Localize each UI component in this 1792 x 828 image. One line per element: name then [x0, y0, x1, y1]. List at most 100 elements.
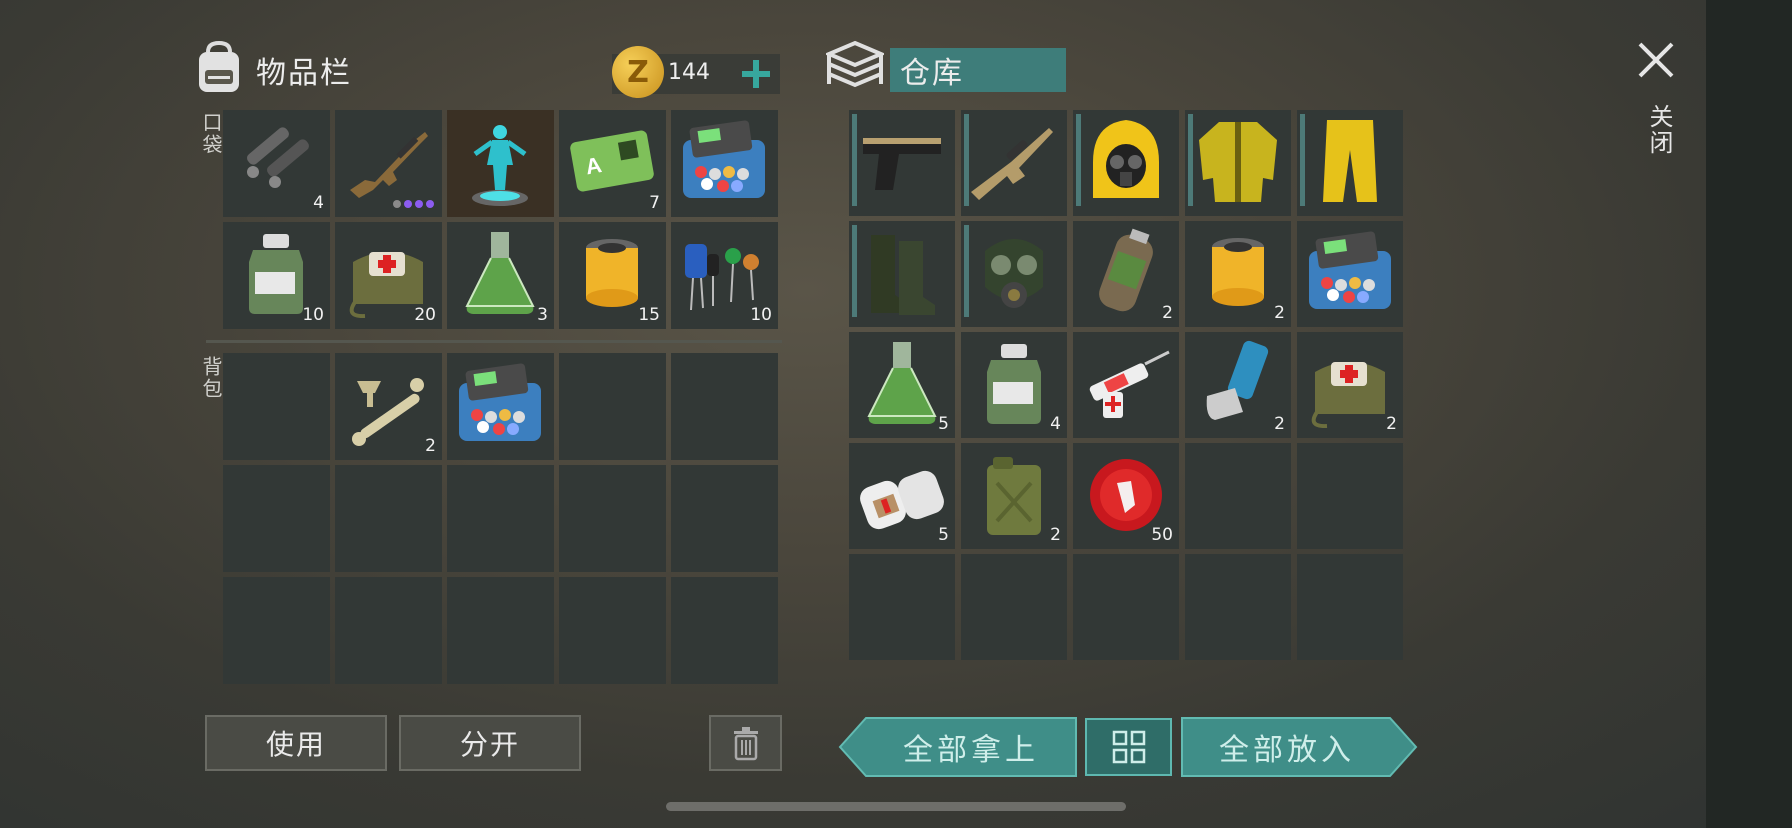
quality-dot [393, 200, 401, 208]
empty-slot[interactable] [223, 577, 330, 684]
item-count: 20 [414, 305, 436, 325]
item-slot[interactable] [671, 110, 778, 217]
quality-dots [393, 200, 434, 208]
trash-icon [733, 727, 758, 761]
section-divider [206, 340, 782, 343]
empty-slot[interactable] [1297, 443, 1403, 549]
sort-button[interactable] [1085, 718, 1172, 776]
storage-scroll[interactable]: 2 2 5 4 2 2 5 2 50 [849, 110, 1411, 685]
coin-amount: 144 [668, 60, 710, 85]
item-count: 7 [649, 193, 660, 213]
empty-slot[interactable] [1073, 554, 1179, 660]
item-slot[interactable]: 50 [1073, 443, 1179, 549]
inventory-title: 物品栏 [256, 56, 352, 91]
empty-slot[interactable] [335, 577, 442, 684]
empty-slot[interactable] [671, 577, 778, 684]
empty-slot[interactable] [961, 554, 1067, 660]
empty-slot[interactable] [223, 465, 330, 572]
item-count: 50 [1151, 525, 1173, 545]
item-slot[interactable]: 2 [1297, 332, 1403, 438]
item-slot[interactable]: 15 [559, 222, 666, 329]
item-slot[interactable]: 20 [335, 222, 442, 329]
item-slot[interactable]: 2 [1185, 221, 1291, 327]
trash-button[interactable] [709, 715, 782, 771]
storage-title-box: 仓库 [890, 48, 1066, 92]
item-slot[interactable]: 4 [223, 110, 330, 217]
item-count: 5 [938, 525, 949, 545]
coin-icon: Z [612, 46, 664, 98]
item-slot[interactable]: 3 [447, 222, 554, 329]
item-slot[interactable] [1073, 332, 1179, 438]
item-slot[interactable]: 5 [849, 443, 955, 549]
close-icon[interactable] [1636, 40, 1676, 80]
item-count: 2 [1386, 414, 1397, 434]
empty-slot[interactable] [849, 554, 955, 660]
item-slot[interactable] [335, 110, 442, 217]
item-slot[interactable] [1073, 110, 1179, 216]
item-slot[interactable] [447, 353, 554, 460]
inventory-header: 物品栏 [194, 40, 352, 100]
empty-slot[interactable] [1185, 443, 1291, 549]
empty-slot[interactable] [671, 465, 778, 572]
take-all-button[interactable] [838, 716, 1078, 778]
item-slot[interactable]: 2 [1073, 221, 1179, 327]
item-slot[interactable]: 4 [961, 332, 1067, 438]
quality-dot [426, 200, 434, 208]
electronics-kit-icon [459, 363, 541, 441]
empty-slot[interactable] [1185, 554, 1291, 660]
gas-mask-icon [985, 239, 1043, 308]
item-slot[interactable] [1185, 110, 1291, 216]
empty-slot[interactable] [335, 465, 442, 572]
storage-grid: 2 2 5 4 2 2 5 2 50 [849, 110, 1403, 660]
pocket-grid: 4 A 7 10 20 3 15 10 [223, 110, 778, 329]
item-slot[interactable] [849, 221, 955, 327]
item-count: 3 [537, 305, 548, 325]
empty-slot[interactable] [559, 465, 666, 572]
hazmat-hood-icon [1093, 120, 1159, 198]
item-slot[interactable] [1297, 110, 1403, 216]
item-slot[interactable]: A7 [559, 110, 666, 217]
empty-slot[interactable] [1297, 554, 1403, 660]
hazmat-jacket-icon [1199, 122, 1277, 202]
backpack-icon [194, 40, 244, 100]
item-slot[interactable] [961, 110, 1067, 216]
item-count: 10 [750, 305, 772, 325]
grid-sort-icon [1112, 730, 1145, 764]
empty-slot[interactable] [671, 353, 778, 460]
item-slot[interactable]: 10 [223, 222, 330, 329]
item-count: 5 [938, 414, 949, 434]
item-slot[interactable]: 5 [849, 332, 955, 438]
item-count: 2 [425, 436, 436, 456]
empty-slot[interactable] [559, 577, 666, 684]
item-slot[interactable]: 2 [961, 443, 1067, 549]
split-button[interactable]: 分开 [399, 715, 581, 771]
item-count: 2 [1274, 414, 1285, 434]
close-label[interactable]: 关闭 [1642, 104, 1677, 156]
item-slot[interactable]: 2 [1185, 332, 1291, 438]
item-count: 10 [302, 305, 324, 325]
backpack-grid: 2 [223, 353, 778, 684]
home-indicator [666, 802, 1126, 811]
empty-slot[interactable] [559, 353, 666, 460]
quality-dot [404, 200, 412, 208]
put-all-button[interactable] [1180, 716, 1418, 778]
item-count: 2 [1162, 303, 1173, 323]
empty-slot[interactable] [447, 465, 554, 572]
syringe-icon [1089, 350, 1170, 418]
item-count: 4 [1050, 414, 1061, 434]
item-slot[interactable]: 10 [671, 222, 778, 329]
sniper-rifle-icon [971, 128, 1053, 200]
coin-symbol: Z [627, 54, 649, 90]
item-slot[interactable]: 2 [335, 353, 442, 460]
right-edge-panel [1706, 0, 1792, 828]
item-count: 15 [638, 305, 660, 325]
empty-slot[interactable] [223, 353, 330, 460]
item-slot[interactable] [961, 221, 1067, 327]
item-slot[interactable] [849, 110, 955, 216]
item-slot[interactable] [447, 110, 554, 217]
item-slot[interactable] [1297, 221, 1403, 327]
use-button[interactable]: 使用 [205, 715, 387, 771]
empty-slot[interactable] [447, 577, 554, 684]
add-coins-button[interactable] [736, 54, 776, 94]
pocket-label: 口袋 [199, 112, 223, 156]
